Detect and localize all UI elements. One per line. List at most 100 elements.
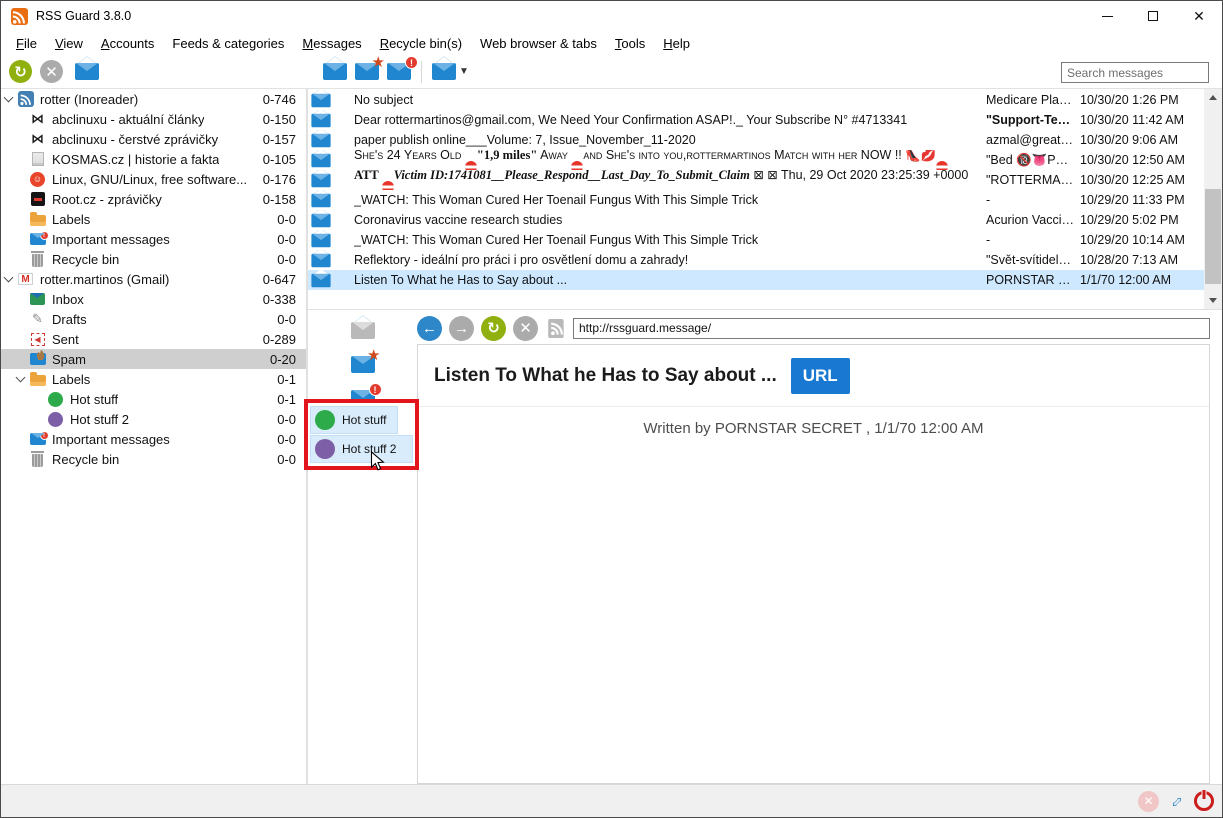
expand-arrows-icon: ⇔ <box>1163 788 1190 815</box>
feed-row-rotter-inoreader[interactable]: rotter (Inoreader)0-746 <box>1 89 306 109</box>
stop-icon: ✕ <box>40 60 63 83</box>
feed-row-rotter-martinos-gmail[interactable]: Mrotter.martinos (Gmail)0-647 <box>1 269 306 289</box>
feed-row-hot-stuff-2[interactable]: Hot stuff 20-0 <box>1 409 306 429</box>
message-menu-button[interactable]: ▼ <box>432 63 469 80</box>
mail-important-icon: ★ <box>351 356 375 373</box>
message-vertical-toolbar: ★ ! Hot stuffHot stuff 2 <box>308 310 417 784</box>
feed-row-hot-stuff[interactable]: Hot stuff0-1 <box>1 389 306 409</box>
feed-row-spam[interactable]: Spam0-20 <box>1 349 306 369</box>
sync-feeds-button[interactable]: ↻ <box>9 60 32 83</box>
message-row[interactable]: _WATCH: This Woman Cured Her Toenail Fun… <box>308 190 1204 210</box>
feed-count: 0-176 <box>263 172 306 187</box>
menu-item-web-browser-tabs[interactable]: Web browser & tabs <box>471 33 606 54</box>
mouse-cursor <box>370 451 385 472</box>
feed-row-abclinuxu-aktu-ln-l-nky[interactable]: ⋈abclinuxu - aktuální články0-150 <box>1 109 306 129</box>
menu-item-help[interactable]: Help <box>654 33 699 54</box>
mail-icon <box>311 173 332 187</box>
message-list-scrollbar[interactable] <box>1204 89 1222 309</box>
message-row[interactable]: paper publish online___Volume: 7, Issue_… <box>308 130 1204 150</box>
window-title: RSS Guard 3.8.0 <box>36 9 131 23</box>
feed-row-drafts[interactable]: ✎Drafts0-0 <box>1 309 306 329</box>
scrollbar-thumb[interactable] <box>1205 189 1221 284</box>
message-row[interactable]: No subjectMedicare Plan <e...10/30/20 1:… <box>308 90 1204 110</box>
feed-count: 0-0 <box>277 312 306 327</box>
feed-row-sent[interactable]: ◀Sent0-289 <box>1 329 306 349</box>
mail-unread-icon: ! <box>387 63 411 80</box>
menu-item-feeds-categories[interactable]: Feeds & categories <box>163 33 293 54</box>
forward-button[interactable]: → <box>449 316 474 341</box>
message-row[interactable]: Coronavirus vaccine research studiesAcur… <box>308 210 1204 230</box>
mark-important-button[interactable]: ★ <box>355 63 379 80</box>
feed-row-root-cz-zpr-vi-ky[interactable]: Root.cz - zprávičky0-158 <box>1 189 306 209</box>
message-row[interactable]: Listen To What he Has to Say about ...PO… <box>308 270 1204 290</box>
stop-load-button[interactable]: ✕ <box>513 316 538 341</box>
close-button[interactable]: ✕ <box>1176 1 1222 31</box>
feed-row-kosmas-cz-historie-a-fakta[interactable]: KOSMAS.cz | historie a fakta0-105 <box>1 149 306 169</box>
feed-row-inbox[interactable]: Inbox0-338 <box>1 289 306 309</box>
menu-item-tools[interactable]: Tools <box>606 33 654 54</box>
maximize-icon <box>1148 11 1158 21</box>
scroll-down-icon[interactable] <box>1204 292 1222 309</box>
menu-item-file[interactable]: File <box>7 33 46 54</box>
message-row[interactable]: ATT ⛔Victim ID:1741081__Please_Respond__… <box>308 170 1204 190</box>
message-row[interactable]: Dear rottermartinos@gmail.com, We Need Y… <box>308 110 1204 130</box>
quit-button[interactable] <box>1194 791 1214 811</box>
fullscreen-button[interactable]: ⇔ <box>1167 792 1186 811</box>
feed-count: 0-0 <box>277 452 306 467</box>
feed-count: 0-647 <box>263 272 306 287</box>
menu-item-view[interactable]: View <box>46 33 92 54</box>
message-date: 10/30/20 12:25 AM <box>1074 173 1204 187</box>
menu-item-accounts[interactable]: Accounts <box>92 33 163 54</box>
mark-message-read-button[interactable] <box>351 322 375 344</box>
message-row[interactable]: _WATCH: This Woman Cured Her Toenail Fun… <box>308 230 1204 250</box>
scroll-up-icon[interactable] <box>1204 89 1222 106</box>
feed-row-labels[interactable]: Labels0-0 <box>1 209 306 229</box>
url-field[interactable] <box>573 318 1210 339</box>
message-row[interactable]: Reflektory - ideální pro práci i pro osv… <box>308 250 1204 270</box>
maximize-button[interactable] <box>1130 1 1176 31</box>
stop-tasks-button[interactable]: ✕ <box>40 60 63 83</box>
web-preview: ← → ↻ ✕ Listen To What he Has to Say abo… <box>417 310 1222 784</box>
feed-count: 0-289 <box>263 332 306 347</box>
feed-row-important-messages[interactable]: !Important messages0-0 <box>1 429 306 449</box>
message-sender: azmal@greatlake... <box>986 133 1074 147</box>
message-date: 10/28/20 7:13 AM <box>1074 253 1204 267</box>
reddit-icon: ☺ <box>29 171 46 188</box>
status-bar: ✕ ⇔ <box>1 784 1222 817</box>
chevron-expanded-icon[interactable] <box>4 93 14 103</box>
search-input[interactable] <box>1061 62 1209 83</box>
mark-all-read-button[interactable] <box>75 63 99 80</box>
open-url-button[interactable]: URL <box>791 358 850 394</box>
title-bar: RSS Guard 3.8.0 ✕ <box>1 1 1222 31</box>
mail-open-icon <box>75 63 99 80</box>
message-sender: "Support-Team" ... <box>986 113 1074 127</box>
feed-row-linux-gnu-linux-free-software[interactable]: ☺Linux, GNU/Linux, free software...0-176 <box>1 169 306 189</box>
feed-row-recycle-bin[interactable]: Recycle bin0-0 <box>1 249 306 269</box>
feed-label: Recycle bin <box>52 452 119 467</box>
feed-label: KOSMAS.cz | historie a fakta <box>52 152 219 167</box>
back-button[interactable]: ← <box>417 316 442 341</box>
feed-row-abclinuxu-erstv-zpr-vi-ky[interactable]: ⋈abclinuxu - čerstvé zprávičky0-157 <box>1 129 306 149</box>
menu-item-recycle-bin-s[interactable]: Recycle bin(s) <box>371 33 471 54</box>
rss-guard-window: { "window": { "title": "RSS Guard 3.8.0"… <box>0 0 1223 818</box>
chevron-expanded-icon[interactable] <box>4 273 14 283</box>
menu-item-messages[interactable]: Messages <box>293 33 370 54</box>
label-item-hot-stuff[interactable]: Hot stuff <box>310 406 398 434</box>
feed-row-recycle-bin[interactable]: Recycle bin 0-0 <box>1 449 306 469</box>
feed-row-labels[interactable]: Labels0-1 <box>1 369 306 389</box>
message-preview-pane: ★ ! Hot stuffHot stuff 2 ← → ↻ ✕ <box>308 310 1222 784</box>
mark-unread-button[interactable]: ! <box>387 63 411 80</box>
message-sender: "Svět-svítidel.cz" ... <box>986 253 1074 267</box>
inbox-icon <box>29 291 46 308</box>
chevron-expanded-icon[interactable] <box>16 373 26 383</box>
message-row[interactable]: She's 24 Years Old ⛔"1,9 miles" Away ⛔an… <box>308 150 1204 170</box>
label-item-hot-stuff-2[interactable]: Hot stuff 2 <box>310 435 413 463</box>
minimize-button[interactable] <box>1084 1 1130 31</box>
mark-read-button[interactable] <box>323 63 347 80</box>
mark-message-important-button[interactable]: ★ <box>351 356 375 378</box>
rss-feed-icon <box>547 319 566 338</box>
reload-button[interactable]: ↻ <box>481 316 506 341</box>
message-subject: No subject <box>354 93 986 107</box>
feed-row-important-messages[interactable]: !Important messages0-0 <box>1 229 306 249</box>
feed-count: 0-150 <box>263 112 306 127</box>
